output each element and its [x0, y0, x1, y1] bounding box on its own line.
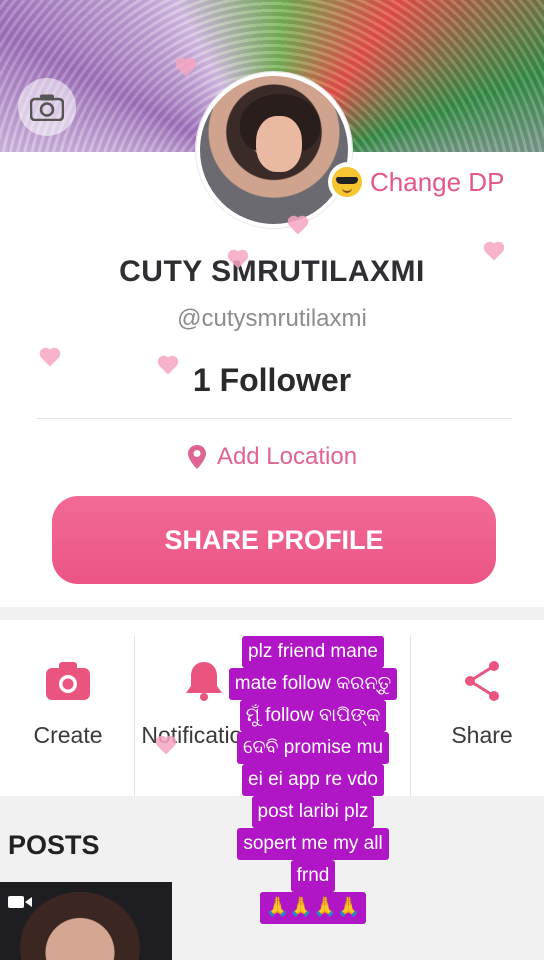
change-cover-button[interactable]: [18, 78, 76, 136]
caption-line: plz friend mane: [242, 636, 384, 668]
camera-icon: [46, 662, 90, 700]
caption-line: ମୁଁ follow ବାପିଙ୍କ: [239, 700, 387, 732]
share-label: Share: [451, 722, 513, 748]
create-button[interactable]: Create: [0, 620, 136, 796]
change-dp-button[interactable]: Change DP: [328, 162, 519, 202]
overlay-caption: plz friend mane mate follow କରନ୍ତୁ ମୁଁ f…: [215, 636, 411, 924]
share-profile-button[interactable]: SHARE PROFILE: [52, 496, 496, 584]
caption-emoji: 🙏🙏🙏🙏: [259, 892, 367, 924]
sunglasses-emoji-icon: [332, 167, 362, 197]
caption-line: ଦେବି promise mu: [236, 732, 390, 764]
change-dp-label: Change DP: [370, 166, 505, 197]
posts-section-title: POSTS: [8, 830, 100, 860]
video-camera-icon: [8, 896, 32, 908]
add-location-label: Add Location: [216, 443, 358, 470]
follower-count[interactable]: 1 Follower: [0, 362, 544, 399]
create-label: Create: [33, 722, 103, 748]
caption-line: mate follow କରନ୍ତୁ: [228, 668, 398, 700]
post-thumbnail[interactable]: [0, 882, 172, 960]
caption-line: sopert me my all: [237, 828, 389, 860]
add-location-link[interactable]: Add Location: [0, 443, 544, 471]
caption-line: ei ei app re vdo: [242, 764, 384, 796]
camera-icon: [30, 94, 64, 121]
profile-name: CUTY SMRUTILAXMI: [119, 255, 425, 288]
share-icon: [465, 661, 499, 701]
profile-avatar[interactable]: [196, 72, 352, 228]
location-pin-icon: [187, 445, 206, 469]
divider: [134, 636, 135, 796]
caption-line: post laribi plz: [251, 796, 375, 828]
profile-handle: @cutysmrutilaxmi: [177, 305, 367, 332]
divider: [36, 418, 512, 419]
caption-line: frnd: [290, 860, 336, 892]
share-button[interactable]: Share: [414, 620, 544, 796]
